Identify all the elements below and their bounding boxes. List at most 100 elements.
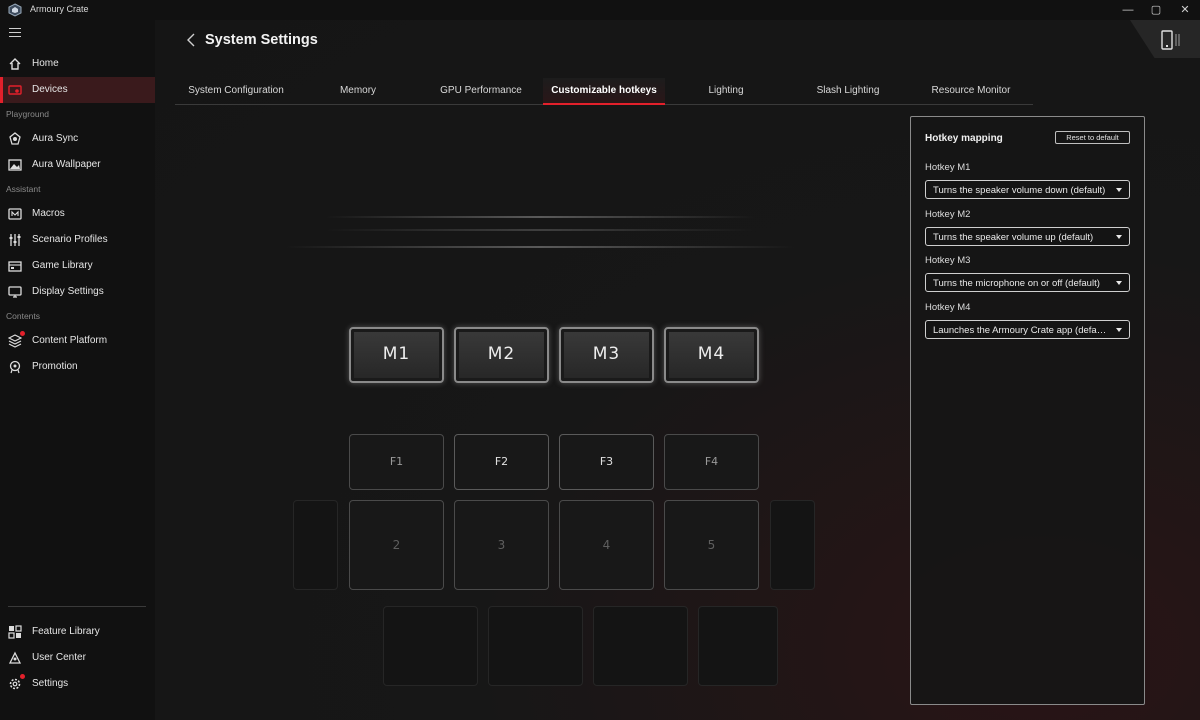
aura-sync-icon: [9, 132, 21, 145]
reset-to-default-button[interactable]: Reset to default: [1055, 131, 1130, 144]
hotkey-m3-dropdown[interactable]: Turns the microphone on or off (default): [925, 273, 1130, 292]
sidebar-item-label: Game Library: [32, 260, 93, 271]
decorative-line: [285, 246, 795, 248]
function-key-f1: F1: [349, 434, 444, 490]
sidebar-item-label: Content Platform: [32, 335, 108, 346]
hotkey-m4-label: Hotkey M4: [925, 302, 971, 313]
macro-key-m1[interactable]: M1: [349, 327, 444, 383]
sidebar-item-macros[interactable]: Macros: [0, 201, 155, 227]
sidebar-item-label: Macros: [32, 208, 65, 219]
sidebar-item-label: Feature Library: [32, 626, 100, 637]
dropdown-value: Turns the speaker volume up (default): [933, 232, 1094, 243]
sidebar-item-label: Devices: [32, 84, 68, 95]
sidebar-item-devices[interactable]: Devices: [0, 77, 155, 103]
sidebar-item-home[interactable]: Home: [0, 51, 155, 77]
number-key-3: 3: [454, 500, 549, 590]
macros-icon: [8, 208, 22, 220]
tab-gpu-performance[interactable]: GPU Performance: [419, 78, 543, 105]
sidebar-item-label: Display Settings: [32, 286, 104, 297]
keyboard-key: [488, 606, 583, 686]
sidebar-item-settings[interactable]: Settings: [0, 671, 155, 697]
keyboard-key: [770, 500, 815, 590]
sidebar-item-user-center[interactable]: User Center: [0, 645, 155, 671]
tab-lighting[interactable]: Lighting: [665, 78, 787, 105]
notification-dot: [20, 331, 25, 336]
keyboard-key: [698, 606, 778, 686]
wallpaper-icon: [8, 159, 22, 171]
function-key-f2: F2: [454, 434, 549, 490]
hamburger-menu-icon[interactable]: [9, 28, 21, 38]
sidebar-divider: [8, 606, 146, 607]
tab-slash-lighting[interactable]: Slash Lighting: [787, 78, 909, 105]
back-arrow-icon[interactable]: [185, 32, 197, 48]
display-settings-icon: [8, 286, 22, 298]
caret-down-icon: [1116, 281, 1122, 285]
macro-key-m4[interactable]: M4: [664, 327, 759, 383]
sidebar-item-content-platform[interactable]: Content Platform: [0, 328, 155, 354]
caret-down-icon: [1116, 188, 1122, 192]
sidebar-item-promotion[interactable]: Promotion: [0, 354, 155, 380]
content-platform-icon: [8, 334, 22, 348]
sidebar-item-display-settings[interactable]: Display Settings: [0, 279, 155, 305]
tab-customizable-hotkeys[interactable]: Customizable hotkeys: [543, 78, 665, 105]
dropdown-value: Launches the Armoury Crate app (default): [933, 325, 1108, 336]
tab-resource-monitor[interactable]: Resource Monitor: [909, 78, 1033, 105]
settings-icon: [9, 678, 21, 690]
game-library-icon: [8, 261, 22, 272]
macro-key-m2[interactable]: M2: [454, 327, 549, 383]
sidebar-item-aura-wallpaper[interactable]: Aura Wallpaper: [0, 152, 155, 178]
keyboard-key: [383, 606, 478, 686]
panel-title: Hotkey mapping: [925, 133, 1003, 144]
number-key-4: 4: [559, 500, 654, 590]
armoury-crate-logo-icon: [8, 3, 22, 17]
app-title: Armoury Crate: [30, 4, 89, 14]
macro-key-m3[interactable]: M3: [559, 327, 654, 383]
minimize-button[interactable]: —: [1113, 2, 1143, 18]
hotkey-m4-dropdown[interactable]: Launches the Armoury Crate app (default): [925, 320, 1130, 339]
close-button[interactable]: ✕: [1170, 2, 1200, 18]
decorative-line: [325, 216, 755, 218]
devices-icon: [8, 85, 22, 95]
hotkey-m2-dropdown[interactable]: Turns the speaker volume up (default): [925, 227, 1130, 246]
function-key-f4: F4: [664, 434, 759, 490]
device-icon[interactable]: [1160, 30, 1182, 50]
caret-down-icon: [1116, 235, 1122, 239]
hotkey-m2-label: Hotkey M2: [925, 209, 971, 220]
main-content: System Settings System Configuration Mem…: [155, 20, 1200, 720]
tab-system-configuration[interactable]: System Configuration: [175, 78, 297, 105]
sidebar-item-game-library[interactable]: Game Library: [0, 253, 155, 279]
keyboard-key: [293, 500, 338, 590]
sidebar-item-label: Promotion: [32, 361, 78, 372]
tab-memory[interactable]: Memory: [297, 78, 419, 105]
section-label-assistant: Assistant: [6, 184, 41, 194]
hotkey-mapping-panel: Hotkey mapping Reset to default Hotkey M…: [910, 116, 1145, 705]
section-label-playground: Playground: [6, 109, 50, 119]
user-center-icon: [8, 651, 22, 664]
sidebar-item-label: Settings: [32, 678, 69, 689]
page-title: System Settings: [205, 32, 318, 48]
keyboard-key: [593, 606, 688, 686]
sidebar-item-feature-library[interactable]: Feature Library: [0, 619, 155, 645]
function-key-f3: F3: [559, 434, 654, 490]
sidebar-item-aura-sync[interactable]: Aura Sync: [0, 126, 155, 152]
sidebar-item-label: Aura Sync: [32, 133, 79, 144]
sidebar-item-label: Scenario Profiles: [32, 234, 108, 245]
section-label-contents: Contents: [6, 311, 41, 321]
dropdown-value: Turns the microphone on or off (default): [933, 278, 1100, 289]
sidebar-item-scenario-profiles[interactable]: Scenario Profiles: [0, 227, 155, 253]
dropdown-value: Turns the speaker volume down (default): [933, 185, 1106, 196]
sidebar-item-label: User Center: [32, 652, 86, 663]
number-key-5: 5: [664, 500, 759, 590]
keyboard-illustration: M1 M2 M3 M4 F1 F2 F3 F4 2 3 4 5: [285, 210, 815, 720]
hotkey-m1-label: Hotkey M1: [925, 162, 971, 173]
sidebar: Home Devices Playground Aura Sync Aura W…: [0, 20, 155, 720]
hotkey-m3-label: Hotkey M3: [925, 255, 971, 266]
feature-library-icon: [8, 625, 22, 639]
notification-dot: [20, 674, 25, 679]
hotkey-m1-dropdown[interactable]: Turns the speaker volume down (default): [925, 180, 1130, 199]
sidebar-item-label: Aura Wallpaper: [32, 159, 101, 170]
promotion-icon: [9, 360, 21, 374]
sidebar-item-label: Home: [32, 58, 59, 69]
maximize-button[interactable]: ▢: [1141, 2, 1171, 18]
number-key-2: 2: [349, 500, 444, 590]
